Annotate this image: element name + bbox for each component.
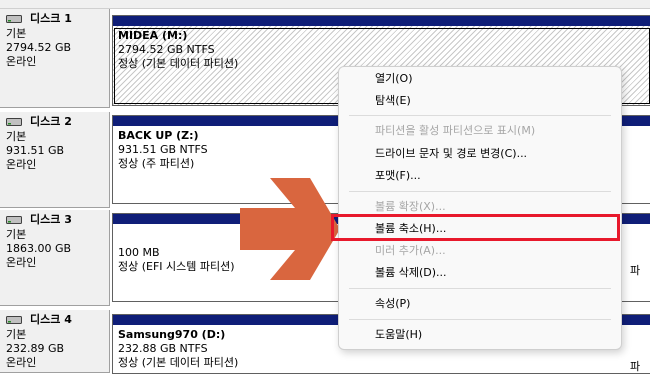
partition-name: MIDEA (M:) [118, 29, 188, 42]
context-menu: 열기(O) 탐색(E) 파티션을 활성 파티션으로 표시(M) 드라이브 문자 … [338, 66, 622, 350]
disk-icon [6, 117, 22, 127]
menu-item-open[interactable]: 열기(O) [375, 71, 412, 87]
disk-status: 온라인 [6, 55, 37, 68]
partition-bar [112, 15, 650, 26]
menu-item-delete[interactable]: 볼륨 삭제(D)... [375, 265, 447, 281]
disk-2-label[interactable]: 디스크 2 기본 931.51 GB 온라인 [0, 112, 110, 208]
disk-3-label[interactable]: 디스크 3 기본 1863.00 GB 온라인 [0, 210, 110, 306]
menu-separator [349, 115, 611, 116]
disk-4-label[interactable]: 디스크 4 기본 232.89 GB 온라인 [0, 310, 110, 373]
top-strip [0, 0, 650, 9]
disk-size: 931.51 GB [6, 144, 65, 157]
disk-type: 기본 [6, 328, 27, 341]
disk-name: 디스크 2 [30, 115, 72, 128]
disk-type: 기본 [6, 130, 27, 143]
disk-1-label[interactable]: 디스크 1 기본 2794.52 GB 온라인 [0, 9, 110, 108]
partition-edge-text: 파 [630, 360, 641, 373]
disk-status: 온라인 [6, 158, 37, 171]
disk-icon [6, 315, 22, 325]
menu-item-properties[interactable]: 속성(P) [375, 296, 410, 312]
partition-size: 2794.52 GB NTFS [118, 43, 215, 56]
disk-icon [6, 14, 22, 24]
menu-separator [349, 288, 611, 289]
menu-item-add-mirror[interactable]: 미러 추가(A)... [375, 243, 446, 259]
disk-icon [6, 215, 22, 225]
partition-status: 정상 (기본 데이터 파티션) [118, 356, 239, 369]
menu-separator [349, 319, 611, 320]
menu-separator [349, 191, 611, 192]
menu-item-change-letter[interactable]: 드라이브 문자 및 경로 변경(C)... [375, 146, 527, 162]
partition-edge-text: 파 [630, 264, 641, 277]
menu-item-format[interactable]: 포맷(F)... [375, 168, 421, 184]
menu-item-extend[interactable]: 볼륨 확장(X)... [375, 199, 446, 215]
disk-status: 온라인 [6, 256, 37, 269]
menu-item-explore[interactable]: 탐색(E) [375, 93, 411, 109]
disk-size: 232.89 GB [6, 342, 65, 355]
disk-name: 디스크 4 [30, 313, 72, 326]
menu-item-mark-active[interactable]: 파티션을 활성 파티션으로 표시(M) [375, 123, 535, 139]
disk-status: 온라인 [6, 356, 37, 369]
pointer-arrow-icon [240, 178, 340, 280]
disk-type: 기본 [6, 228, 27, 241]
disk-type: 기본 [6, 27, 27, 40]
menu-item-help[interactable]: 도움말(H) [375, 327, 422, 343]
shrink-highlight-box [331, 214, 620, 241]
disk-name: 디스크 3 [30, 213, 72, 226]
disk-name: 디스크 1 [30, 12, 72, 25]
disk-size: 2794.52 GB [6, 41, 72, 54]
disk-size: 1863.00 GB [6, 242, 72, 255]
